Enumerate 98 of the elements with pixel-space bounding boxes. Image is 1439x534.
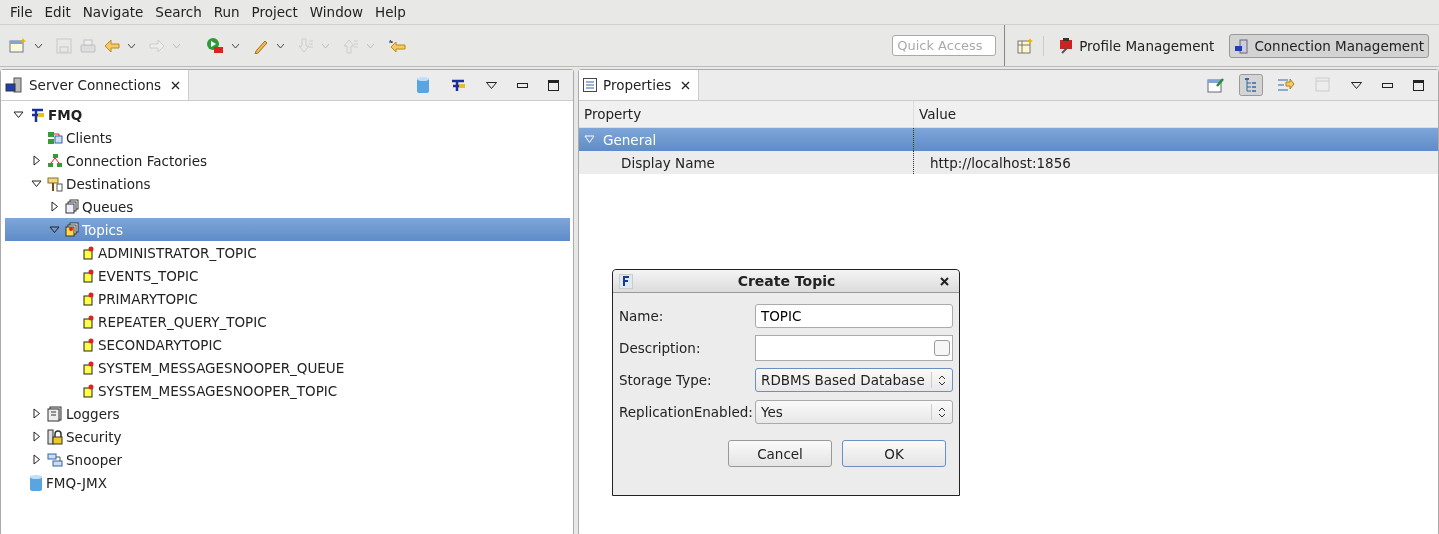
ok-button[interactable]: OK	[842, 440, 946, 467]
back-arrow-icon[interactable]	[104, 38, 120, 53]
dropdown[interactable]: Yes	[755, 400, 953, 424]
property-name: General	[603, 131, 657, 148]
list-icon	[583, 78, 597, 92]
menu-item[interactable]: Edit	[38, 4, 77, 20]
expand-arrow-icon[interactable]	[31, 454, 42, 465]
field-label: Storage Type:	[619, 372, 712, 388]
tree-item[interactable]: Clients	[5, 126, 570, 149]
menu-item[interactable]: Window	[303, 4, 370, 20]
tree-item[interactable]: FMQ-JMX	[5, 471, 570, 494]
back-arrow-icon[interactable]	[388, 38, 406, 53]
quick-access-field[interactable]: Quick Access	[892, 35, 997, 56]
view-menu-icon[interactable]	[486, 81, 497, 89]
collapse-arrow-icon[interactable]	[13, 109, 24, 120]
column-header[interactable]: Value	[914, 101, 1438, 127]
tree-item[interactable]: Security	[5, 425, 570, 448]
pinned-note-icon	[83, 314, 95, 329]
tree-item[interactable]: SYSTEM_MESSAGESNOOPER_TOPIC	[5, 379, 570, 402]
caret-icon[interactable]	[35, 43, 42, 48]
menu-item[interactable]: Run	[207, 4, 246, 20]
view-tab[interactable]: Server Connections	[1, 70, 189, 100]
tree-item[interactable]: PRIMARYTOPIC	[5, 287, 570, 310]
run-icon[interactable]	[206, 37, 224, 54]
tree-item[interactable]: Snooper	[5, 448, 570, 471]
tree-item[interactable]: Connection Factories	[5, 149, 570, 172]
menu-item[interactable]: File	[4, 4, 39, 20]
expand-arrow-icon[interactable]	[31, 431, 42, 442]
minimize-icon[interactable]	[1382, 82, 1393, 88]
tree-item[interactable]: FMQ	[5, 103, 570, 126]
tree-item[interactable]: ADMINISTRATOR_TOPIC	[5, 241, 570, 264]
property-value: http://localhost:1856	[930, 154, 1071, 171]
pinned-note-icon	[83, 268, 95, 283]
expand-arrow-icon[interactable]	[31, 408, 42, 419]
dialog-title: Create Topic	[736, 273, 837, 289]
tree-item[interactable]: EVENTS_TOPIC	[5, 264, 570, 287]
property-name: Display Name	[621, 154, 715, 171]
close-icon[interactable]	[171, 80, 180, 90]
tree-item[interactable]: SYSTEM_MESSAGESNOOPER_QUEUE	[5, 356, 570, 379]
close-icon[interactable]	[681, 80, 691, 90]
view-menu-icon[interactable]	[1351, 81, 1362, 89]
caret-icon[interactable]	[232, 43, 239, 48]
spinner-arrows-icon	[938, 406, 946, 418]
tree-item[interactable]: Loggers	[5, 402, 570, 425]
maximize-icon[interactable]	[1413, 79, 1424, 91]
connect-icon[interactable]	[450, 78, 466, 92]
computer-icon	[5, 77, 23, 93]
expand-arrow-icon[interactable]	[49, 201, 60, 212]
documents-icon	[65, 222, 79, 237]
menu-item[interactable]: Help	[369, 4, 412, 20]
perspective-button[interactable]: Connection Management	[1229, 33, 1429, 58]
tree-item[interactable]: REPEATER_QUERY_TOPIC	[5, 310, 570, 333]
signpost-icon	[47, 175, 63, 192]
spinner-arrows-icon	[938, 374, 946, 386]
field-label: ReplicationEnabled:	[619, 404, 753, 420]
name-field[interactable]: TOPIC	[755, 304, 953, 328]
pinned-note-icon	[83, 291, 95, 306]
minimize-icon[interactable]	[517, 82, 528, 88]
dropdown[interactable]: RDBMS Based Database	[755, 368, 953, 392]
tree-item[interactable]: SECONDARYTOPIC	[5, 333, 570, 356]
column-header[interactable]: Property	[579, 101, 914, 127]
network-icon	[47, 152, 63, 169]
collapse-arrow-icon[interactable]	[49, 224, 60, 235]
database-icon	[29, 473, 43, 492]
property-row[interactable]: Display Name http://localhost:1856	[579, 151, 1438, 174]
field-label: Description:	[619, 340, 701, 356]
pinned-note-icon	[83, 337, 95, 352]
field-label: Name:	[619, 308, 664, 324]
collapse-arrow-icon[interactable]	[31, 178, 42, 189]
edit-window-icon[interactable]	[1207, 77, 1225, 93]
connector-icon	[29, 106, 45, 123]
maximize-icon[interactable]	[548, 79, 559, 91]
menu-item[interactable]: Project	[245, 4, 304, 20]
menu-item[interactable]: Search	[149, 4, 208, 20]
book-icon	[47, 405, 63, 422]
tree-view-icon[interactable]	[1239, 74, 1263, 96]
documents-icon	[65, 199, 79, 214]
cancel-button[interactable]: Cancel	[728, 440, 832, 467]
view-tab[interactable]: Properties	[579, 70, 700, 100]
description-field[interactable]	[755, 335, 953, 361]
caret-icon[interactable]	[128, 43, 135, 48]
tree-item[interactable]: Queues	[5, 195, 570, 218]
app-icon	[619, 273, 633, 289]
caret-icon[interactable]	[277, 43, 284, 48]
menu-item[interactable]: Navigate	[76, 4, 150, 20]
padlock-icon	[47, 428, 63, 445]
windows-icon	[47, 451, 63, 468]
pinned-note-icon	[83, 383, 95, 398]
computer-icon	[1234, 37, 1250, 54]
tree-item[interactable]: Destinations	[5, 172, 570, 195]
pinned-note-icon	[83, 245, 95, 260]
toolbox-icon	[1059, 37, 1075, 54]
perspective-button[interactable]: Profile Management	[1054, 33, 1220, 58]
pinned-note-icon	[83, 360, 95, 375]
clients-icon	[47, 129, 63, 146]
open-perspective-icon[interactable]	[1017, 37, 1034, 54]
close-icon[interactable]	[940, 276, 949, 286]
expand-arrow-icon[interactable]	[31, 155, 42, 166]
